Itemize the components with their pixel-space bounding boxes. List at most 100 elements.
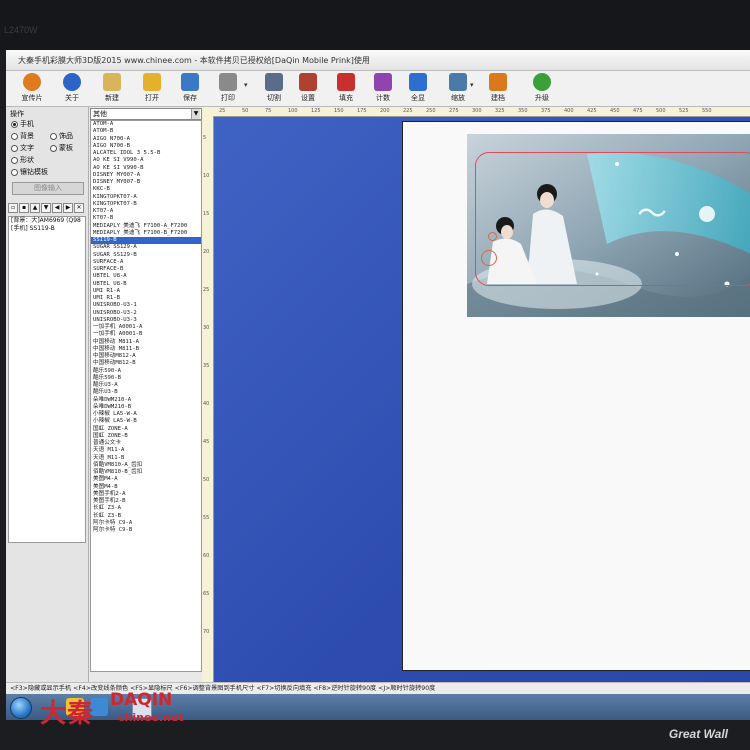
model-list-item[interactable]: AIGO N700-A (91, 136, 201, 143)
model-list-item[interactable]: 佰酷VM810-A_齿扣 (91, 462, 201, 469)
model-list-item[interactable]: UBTEL U8-B (91, 281, 201, 288)
radio-dot[interactable] (11, 120, 18, 128)
toolbar-button-folder-open[interactable]: 打开 (132, 73, 172, 104)
layer-tool-icon[interactable]: ▫ (8, 203, 18, 213)
toolbar-button-media[interactable]: 宣传片 (12, 73, 52, 104)
model-list-item[interactable]: AO KE SI V990-A (91, 157, 201, 164)
model-list-item[interactable]: KINGTOPKT07-A (91, 194, 201, 201)
model-list-item[interactable]: AO KE SI V990-B (91, 165, 201, 172)
model-list-item[interactable]: KINGTOPKT07-B (91, 201, 201, 208)
model-list-item[interactable]: SS119-B (91, 237, 201, 245)
model-list-item[interactable]: UMI R1-A (91, 288, 201, 295)
model-list-item[interactable]: SURFACE-A (91, 259, 201, 266)
chevron-down-icon[interactable]: ▼ (191, 109, 200, 119)
radio-dot[interactable] (11, 156, 18, 164)
canvas-area[interactable]: 〜 (214, 117, 750, 693)
model-list-item[interactable]: UNISROBO-U3-2 (91, 310, 201, 317)
model-list-item[interactable]: ALCATEL IDOL 3 5.5-B (91, 150, 201, 157)
model-list-item[interactable]: AIGO N700-B (91, 143, 201, 150)
model-list-item[interactable]: 美图手机2-A (91, 491, 201, 498)
model-list-item[interactable]: ATOM-A (91, 121, 201, 128)
model-list-item[interactable]: 美图M4-B (91, 484, 201, 491)
model-list-item[interactable]: SUGAR SS129-A (91, 244, 201, 251)
toolbar-button-tools[interactable]: 设置 (288, 73, 328, 104)
model-list-item[interactable]: 天语 M11-A (91, 447, 201, 454)
toolbar-button-info[interactable]: 关于 (52, 73, 92, 104)
model-list-item[interactable]: SUGAR SS129-B (91, 252, 201, 259)
radio-dot[interactable] (11, 132, 18, 140)
radio-shape[interactable]: 形状 (11, 155, 34, 165)
model-list-item[interactable]: 阿尔卡特 C9-B (91, 527, 201, 534)
model-list-item[interactable]: 朵唯DWM210-B (91, 404, 201, 411)
toolbar-button-label: 新建 (105, 94, 119, 102)
model-list-item[interactable]: 长虹 Z3-A (91, 505, 201, 512)
model-list-item[interactable]: UNISROBO-U3-1 (91, 302, 201, 309)
radio-mask[interactable]: 蒙板 (50, 143, 73, 153)
model-list-item[interactable]: 中国移动 M811-B (91, 346, 201, 353)
model-list-item[interactable]: DISNEY MY007-A (91, 172, 201, 179)
layer-up-icon[interactable]: ▲ (30, 203, 40, 213)
toolbar-button-upgrade[interactable]: 升级 (522, 73, 562, 104)
model-list-item[interactable]: UMI R1-B (91, 295, 201, 302)
ruler-tick-label: 40 (203, 401, 210, 407)
radio-accessory[interactable]: 饰品 (50, 131, 73, 141)
layer-right-icon[interactable]: ▶ (63, 203, 73, 213)
model-list-item[interactable]: UNISROBO-U3-3 (91, 317, 201, 324)
model-list-item[interactable]: 朵唯DWM210-A (91, 397, 201, 404)
layer-item[interactable]: [手机] SS119-B (9, 225, 85, 233)
model-list-item[interactable]: 阿尔卡特 C9-A (91, 520, 201, 527)
model-list-item[interactable]: 美图M4-A (91, 476, 201, 483)
layer-item[interactable]: [背景：大]AM6969 (Q98 (9, 217, 85, 225)
zoom-options-arrow-icon[interactable]: ▾ (470, 81, 474, 89)
model-list-item[interactable]: 小辣椒 LA5-W-B (91, 418, 201, 425)
toolbar-button-printer[interactable]: 打印 (208, 73, 248, 104)
model-list-item[interactable]: 酷乐590-A (91, 368, 201, 375)
start-button[interactable] (10, 697, 32, 719)
model-list-item[interactable]: 中国移动M812-B (91, 360, 201, 367)
model-list-item[interactable]: 中国移动 M811-A (91, 339, 201, 346)
toolbar-button-save[interactable]: 保存 (170, 73, 210, 104)
model-list-item[interactable]: KKC-B (91, 186, 201, 193)
radio-dot[interactable] (50, 132, 57, 140)
printer-icon (219, 73, 237, 91)
model-list-item[interactable]: KT07-A (91, 208, 201, 215)
model-list-item[interactable]: 长虹 Z3-B (91, 513, 201, 520)
radio-dot[interactable] (11, 168, 18, 176)
model-list-item[interactable]: MEDIAPLY 美迪飞 F7100-A_F7200 (91, 223, 201, 230)
radio-dot[interactable] (50, 144, 57, 152)
radio-dot[interactable] (11, 144, 18, 152)
layer-down-icon[interactable]: ▼ (41, 203, 51, 213)
model-list-item[interactable]: 国虹 ZONE-B (91, 433, 201, 440)
model-list-item[interactable]: 酷乐U3-B (91, 389, 201, 396)
model-list-item[interactable]: DISNEY MY007-B (91, 179, 201, 186)
model-list-item[interactable]: 国虹 ZONE-A (91, 426, 201, 433)
model-list-item[interactable]: SURFACE-B (91, 266, 201, 273)
toolbar-button-fill[interactable]: 填充 (326, 73, 366, 104)
print-options-arrow-icon[interactable]: ▾ (244, 81, 248, 89)
layer-left-icon[interactable]: ◀ (52, 203, 62, 213)
toolbar-button-new-file[interactable]: 新建 (92, 73, 132, 104)
model-list-item[interactable]: 酷乐590-B (91, 375, 201, 382)
category-dropdown[interactable]: 其他 ▼ (90, 108, 202, 120)
print-page[interactable]: 〜 (402, 121, 750, 671)
toolbar-button-counter[interactable]: 计数 (363, 73, 403, 104)
radio-background[interactable]: 背景 (11, 131, 34, 141)
image-import-button[interactable]: 图像输入 (12, 182, 84, 195)
model-list-item[interactable]: 一加手机 A0001-B (91, 331, 201, 338)
ruler-tick-label: 475 (633, 108, 643, 114)
layer-tool-icon[interactable]: ▪ (19, 203, 29, 213)
toolbar-button-archive[interactable]: 建档 (478, 73, 518, 104)
radio-text[interactable]: 文字 (11, 143, 34, 153)
toolbar-button-fit-view[interactable]: 全显 (398, 73, 438, 104)
radio-phone[interactable]: 手机 (11, 119, 34, 129)
model-list-item[interactable]: 天语 M11-B (91, 455, 201, 462)
model-list-item[interactable]: ATOM-B (91, 128, 201, 135)
radio-rhinestone-template[interactable]: 镶钻模板 (11, 167, 48, 177)
phone-skin-image[interactable]: 〜 (467, 134, 750, 317)
layer-delete-icon[interactable]: ✕ (74, 203, 84, 213)
model-list-item[interactable]: MEDIAPLY 美迪飞 F7100-B_F7200 (91, 230, 201, 237)
vertical-ruler: 5 10 15 20 25 30 35 40 45 50 55 60 65 70 (202, 107, 214, 698)
model-list-item[interactable]: KT07-B (91, 215, 201, 222)
toolbar-button-label: 全显 (411, 94, 425, 102)
model-list-item[interactable]: UBTEL U8-A (91, 273, 201, 280)
